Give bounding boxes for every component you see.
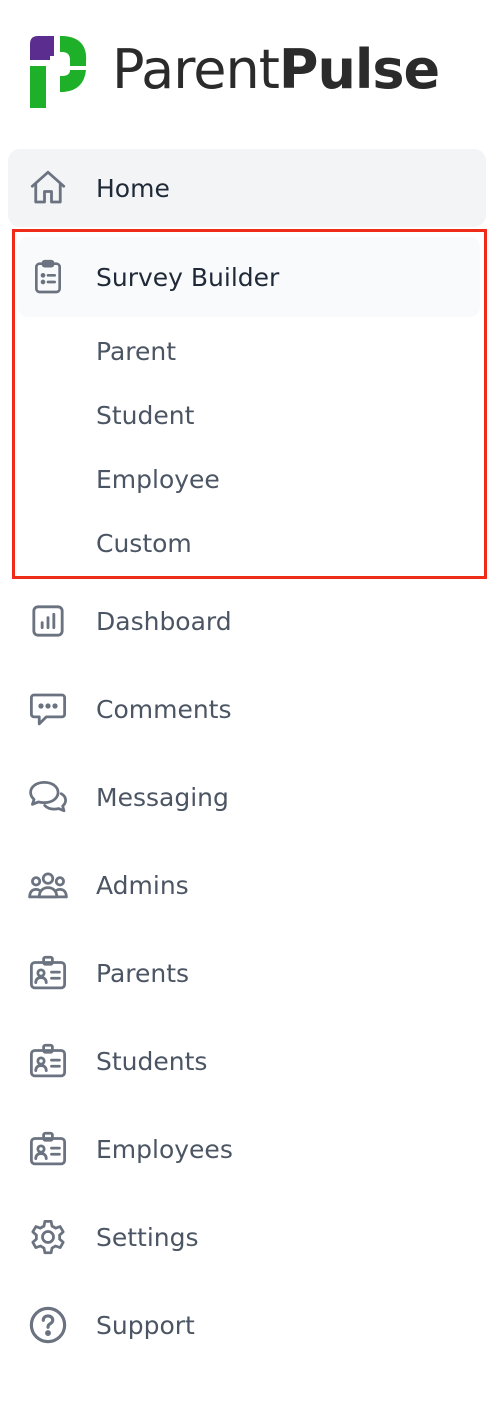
chat-bubble-icon <box>26 687 70 731</box>
question-circle-icon <box>26 1303 70 1347</box>
parentpulse-logo-icon <box>30 36 87 108</box>
nav-item-home[interactable]: Home <box>8 149 486 227</box>
nav-item-students[interactable]: Students <box>8 1031 486 1091</box>
id-badge-icon <box>26 951 70 995</box>
nav-item-employees-label: Employees <box>96 1134 233 1164</box>
nav-item-settings-label: Settings <box>96 1222 199 1252</box>
nav-item-support[interactable]: Support <box>8 1295 486 1355</box>
bar-chart-icon <box>26 599 70 643</box>
gear-icon <box>26 1215 70 1259</box>
nav-item-messaging-label: Messaging <box>96 782 229 812</box>
nav-item-students-label: Students <box>96 1046 208 1076</box>
nav-item-comments[interactable]: Comments <box>8 679 486 739</box>
nav-item-home-label: Home <box>96 173 170 203</box>
nav-item-support-label: Support <box>96 1310 195 1340</box>
nav-item-admins-label: Admins <box>96 870 189 900</box>
nav-item-dashboard-label: Dashboard <box>96 606 232 636</box>
nav-item-survey-builder[interactable]: Survey Builder <box>18 237 480 317</box>
nav-item-parents[interactable]: Parents <box>8 943 486 1003</box>
conversation-icon <box>26 775 70 819</box>
nav-item-employees[interactable]: Employees <box>8 1119 486 1179</box>
brand-name-light: Parent <box>112 38 280 101</box>
home-icon <box>26 166 70 210</box>
nav-item-survey-builder-label: Survey Builder <box>96 262 280 292</box>
app-logo[interactable]: ParentPulse <box>24 30 440 110</box>
subnav-item-custom[interactable]: Custom <box>96 529 192 558</box>
nav-item-parents-label: Parents <box>96 958 190 988</box>
nav-item-settings[interactable]: Settings <box>8 1207 486 1267</box>
subnav-item-parent[interactable]: Parent <box>96 337 176 366</box>
nav-item-comments-label: Comments <box>96 694 232 724</box>
subnav-item-employee[interactable]: Employee <box>96 465 220 494</box>
brand-name: ParentPulse <box>112 43 440 97</box>
nav-item-dashboard[interactable]: Dashboard <box>8 591 486 651</box>
nav-item-admins[interactable]: Admins <box>8 855 486 915</box>
subnav-item-student[interactable]: Student <box>96 401 194 430</box>
id-badge-icon <box>26 1039 70 1083</box>
user-group-icon <box>26 863 70 907</box>
id-badge-icon <box>26 1127 70 1171</box>
brand-name-bold: Pulse <box>278 38 440 101</box>
clipboard-list-icon <box>26 255 70 299</box>
nav-item-messaging[interactable]: Messaging <box>8 767 486 827</box>
